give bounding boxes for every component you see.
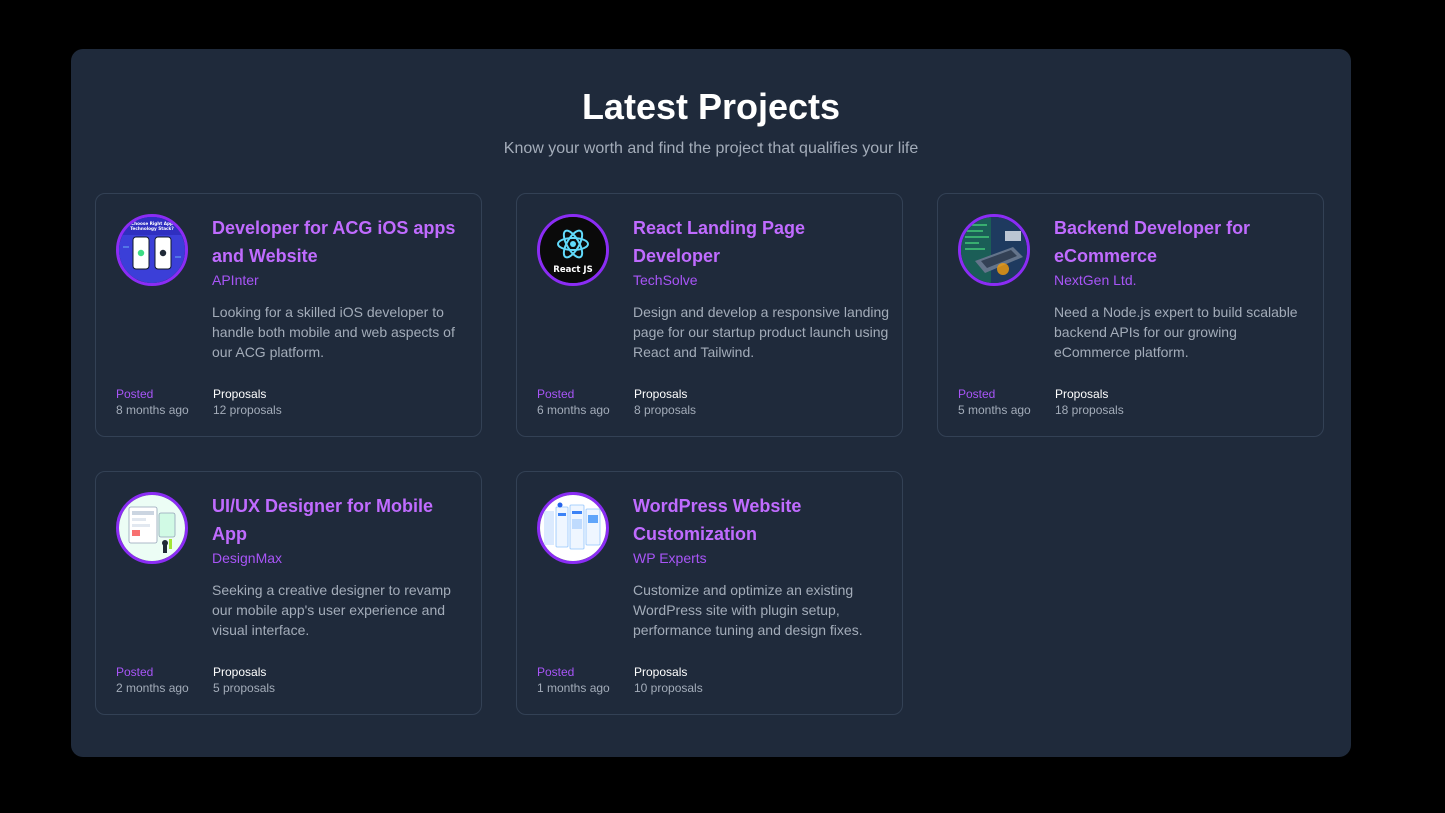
posted-value: 1 months ago [537,681,610,695]
posted-value: 5 months ago [958,403,1031,417]
proposals-label: Proposals [213,665,267,679]
section-title: Latest Projects [581,86,841,127]
posted-label: Posted [537,665,575,679]
posted-value: 8 months ago [116,403,189,417]
company-name: DesignMax [212,550,283,566]
latest-projects-section: Latest Projects Know your worth and find… [71,49,1351,757]
project-title[interactable]: Backend Developer for eCommerce [1054,214,1309,270]
project-title[interactable]: UI/UX Designer for Mobile App [212,492,467,548]
posted-value: 6 months ago [537,403,610,417]
company-name: TechSolve [633,272,698,288]
company-name: APInter [212,272,259,288]
project-description: Need a Node.js expert to build scalable … [1054,304,1298,360]
project-card[interactable]: React JS React Landing Page Developer Te… [516,193,903,437]
posted-value: 2 months ago [116,681,189,695]
proposals-value: 18 proposals [1055,403,1124,417]
posted-label: Posted [116,387,154,401]
company-name: WP Experts [633,550,707,566]
project-description: Seeking a creative designer to revamp ou… [212,582,451,638]
project-description: Customize and optimize an existing WordP… [633,582,863,638]
project-title[interactable]: Developer for ACG iOS apps and Website [212,214,467,270]
proposals-label: Proposals [634,387,688,401]
proposals-value: 12 proposals [213,403,282,417]
website-mockup-image [537,492,609,564]
project-card[interactable]: UI/UX Designer for Mobile App DesignMax … [95,471,482,715]
project-card[interactable]: Backend Developer for eCommerce NextGen … [937,193,1324,437]
posted-label: Posted [958,387,996,401]
project-card[interactable]: WordPress Website Customization WP Exper… [516,471,903,715]
proposals-label: Proposals [634,665,688,679]
proposals-label: Proposals [1055,387,1109,401]
svg-text:Technology Stack?: Technology Stack? [130,226,174,231]
ux-wireframe-image [116,492,188,564]
laptop-coding-image [958,214,1030,286]
proposals-label: Proposals [213,387,267,401]
posted-label: Posted [537,387,575,401]
react-logo-image: React JS [537,214,609,286]
svg-text:React JS: React JS [553,265,592,275]
mobile-phones-image: Choose Right App Technology Stack? [116,214,188,286]
proposals-value: 5 proposals [213,681,276,695]
project-description: Design and develop a responsive landing … [633,304,890,360]
posted-label: Posted [116,665,154,679]
proposals-value: 10 proposals [634,681,703,695]
company-name: NextGen Ltd. [1054,272,1137,288]
proposals-value: 8 proposals [634,403,697,417]
project-title[interactable]: WordPress Website Customization [633,492,888,548]
project-card[interactable]: Choose Right App Technology Stack? Devel… [95,193,482,437]
section-subtitle: Know your worth and find the project tha… [503,140,919,157]
project-title[interactable]: React Landing Page Developer [633,214,888,270]
project-description: Looking for a skilled iOS developer to h… [212,304,455,360]
